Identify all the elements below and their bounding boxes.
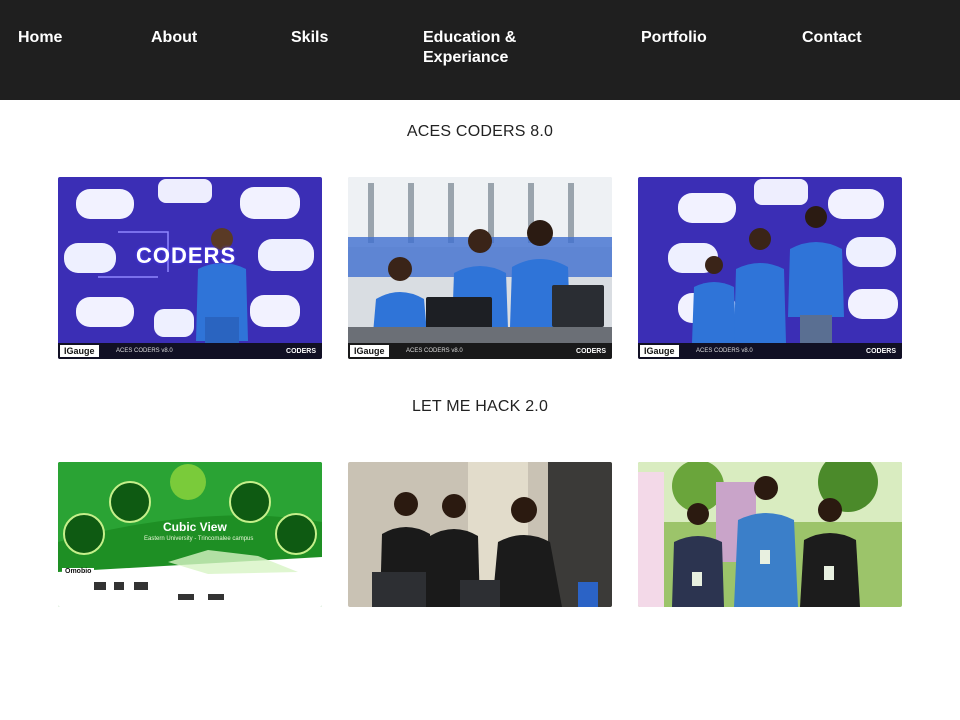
igauge-logo: IGauge: [640, 345, 679, 357]
section-title-aces-coders: ACES CODERS 8.0: [406, 123, 554, 140]
igauge-logo: IGauge: [60, 345, 99, 357]
photo-caption-bar: IGauge ACES CODERS v8.0 CODERS: [638, 343, 902, 359]
nav-portfolio-link[interactable]: Portfolio: [641, 28, 707, 48]
omobio-logo: Omobio: [62, 568, 95, 575]
hack-poster-title: Cubic View: [163, 520, 227, 534]
nav-contact-link[interactable]: Contact: [802, 28, 862, 48]
coders-photo-3[interactable]: IGauge ACES CODERS v8.0 CODERS: [638, 177, 902, 359]
nav-education-line2: Experiance: [423, 49, 509, 66]
caption-text: ACES CODERS v8.0: [696, 348, 753, 354]
igauge-logo: IGauge: [350, 345, 389, 357]
nav-education-line1: Education &: [423, 29, 517, 46]
hack-photo-3[interactable]: [638, 462, 902, 607]
caption-tag: CODERS: [866, 348, 896, 355]
coders-photo-2[interactable]: IGauge ACES CODERS v8.0 CODERS: [348, 177, 612, 359]
section-title-let-me-hack: LET ME HACK 2.0: [411, 398, 549, 415]
coders-overlay-word: CODERS: [136, 243, 237, 268]
nav-home-link[interactable]: Home: [18, 28, 62, 48]
caption-tag: CODERS: [576, 348, 606, 355]
hack-poster-subtitle: Eastern University - Trincomalee campus: [144, 536, 254, 542]
top-navbar: Home About Skils Education & Experiance …: [0, 0, 960, 100]
nav-skils-link[interactable]: Skils: [291, 28, 328, 48]
hack-photo-1[interactable]: Cubic View Eastern University - Trincoma…: [58, 462, 322, 607]
caption-text: ACES CODERS v8.0: [116, 348, 173, 354]
photo-caption-bar: IGauge ACES CODERS v8.0 CODERS: [348, 343, 612, 359]
coders-photo-3-image: [638, 177, 902, 359]
hack-photo-3-image: [638, 462, 902, 607]
coders-photo-2-image: [348, 177, 612, 359]
nav-about-link[interactable]: About: [151, 28, 197, 48]
hack-photo-2[interactable]: [348, 462, 612, 607]
caption-text: ACES CODERS v8.0: [406, 348, 463, 354]
coders-photo-1[interactable]: CODERS IGauge ACES CODERS v8.0 CODERS: [58, 177, 322, 359]
hack-photo-2-image: [348, 462, 612, 607]
hack-poster-image: [58, 462, 322, 607]
photo-caption-bar: IGauge ACES CODERS v8.0 CODERS: [58, 343, 322, 359]
nav-education-link[interactable]: Education & Experiance: [423, 28, 543, 68]
caption-tag: CODERS: [286, 348, 316, 355]
